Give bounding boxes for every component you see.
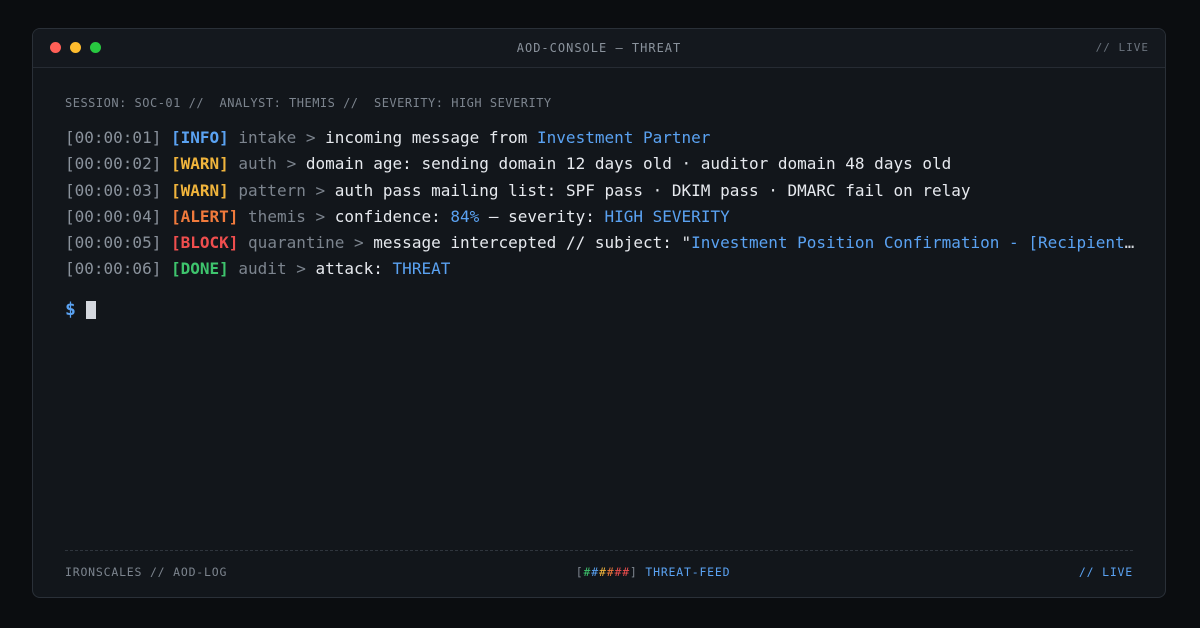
feed-bar-close: ] xyxy=(629,565,638,579)
log-level-tag: [BLOCK] xyxy=(170,233,239,253)
log-output: [00:00:01] [INFO] intake > incoming mess… xyxy=(65,125,1135,283)
console-window: AOD-CONSOLE — THREAT // LIVE SESSION: SO… xyxy=(32,28,1166,598)
threat-feed-indicator: [######] THREAT-FEED xyxy=(576,565,731,579)
log-message: domain age: sending domain 12 days old ·… xyxy=(305,154,952,174)
log-line: [00:00:04] [ALERT] themis > confidence: … xyxy=(65,204,1135,230)
log-message: auth pass mailing list: SPF pass · DKIM … xyxy=(334,180,971,200)
footer-live-status: // LIVE xyxy=(1078,565,1133,579)
log-message: attack: xyxy=(315,259,393,279)
log-separator: > xyxy=(276,154,306,174)
feed-bar-open: [ xyxy=(575,565,584,579)
log-level-tag: [INFO] xyxy=(170,128,229,147)
log-line: [00:00:02] [WARN] auth > domain age: sen… xyxy=(65,151,1135,177)
log-module: audit xyxy=(238,259,287,279)
status-footer: IRONSCALES // AOD-LOG [######] THREAT-FE… xyxy=(65,565,1133,579)
log-timestamp: [00:00:04] xyxy=(65,206,162,226)
live-status: // LIVE xyxy=(1095,41,1149,54)
log-level-tag: [WARN] xyxy=(170,154,229,174)
window-title: AOD-CONSOLE — THREAT xyxy=(516,41,682,55)
severity-value: HIGH SEVERITY xyxy=(604,206,730,226)
log-message: confidence: xyxy=(334,206,451,226)
feed-bar-fill: ###### xyxy=(584,565,630,579)
feed-label: THREAT-FEED xyxy=(637,565,731,579)
log-module: quarantine xyxy=(248,233,345,253)
email-subject: Investment Position Confirmation - [Reci… xyxy=(691,233,1135,253)
log-level-tag: [ALERT] xyxy=(170,206,239,226)
log-message: incoming message from xyxy=(325,128,538,147)
log-module: auth xyxy=(238,154,277,174)
log-separator: > xyxy=(286,259,316,279)
attack-verdict: THREAT xyxy=(392,259,451,279)
log-separator: > xyxy=(344,233,374,253)
log-line: [00:00:05] [BLOCK] quarantine > message … xyxy=(65,230,1135,256)
log-separator: > xyxy=(305,206,335,226)
title-bar: AOD-CONSOLE — THREAT // LIVE xyxy=(33,29,1165,68)
log-timestamp: [00:00:06] xyxy=(65,259,162,279)
log-line: [00:00:06] [DONE] audit > attack: THREAT xyxy=(65,256,1135,282)
log-line: [00:00:01] [INFO] intake > incoming mess… xyxy=(65,125,1135,151)
feed-bar-segment: # xyxy=(591,565,599,579)
session-info: SESSION: SOC-01 // ANALYST: THEMIS // SE… xyxy=(65,96,552,110)
log-module: intake xyxy=(238,128,297,147)
log-timestamp: [00:00:02] xyxy=(65,154,162,174)
log-line: [00:00:03] [WARN] pattern > auth pass ma… xyxy=(65,178,1135,204)
log-timestamp: [00:00:05] xyxy=(65,233,162,253)
log-level-tag: [WARN] xyxy=(170,180,229,200)
confidence-value: 84% xyxy=(450,206,480,226)
footer-source: IRONSCALES // AOD-LOG xyxy=(65,565,228,579)
log-message-tail: — severity: xyxy=(479,206,605,226)
prompt-symbol: $ xyxy=(65,299,76,320)
footer-divider xyxy=(65,550,1133,551)
feed-bar-segment: # xyxy=(622,565,630,579)
command-prompt[interactable]: $ xyxy=(65,299,96,320)
log-timestamp: [00:00:03] xyxy=(65,180,162,200)
log-separator: > xyxy=(296,128,326,147)
log-highlight: Investment Partner xyxy=(537,128,711,147)
log-timestamp: [00:00:01] xyxy=(65,128,162,147)
log-module: pattern xyxy=(238,180,306,200)
text-cursor xyxy=(85,300,96,319)
log-separator: > xyxy=(305,180,335,200)
feed-bar-segment: # xyxy=(598,565,607,579)
log-level-tag: [DONE] xyxy=(170,259,229,279)
log-module: themis xyxy=(248,206,306,226)
log-message: message intercepted // subject: " xyxy=(373,233,692,253)
